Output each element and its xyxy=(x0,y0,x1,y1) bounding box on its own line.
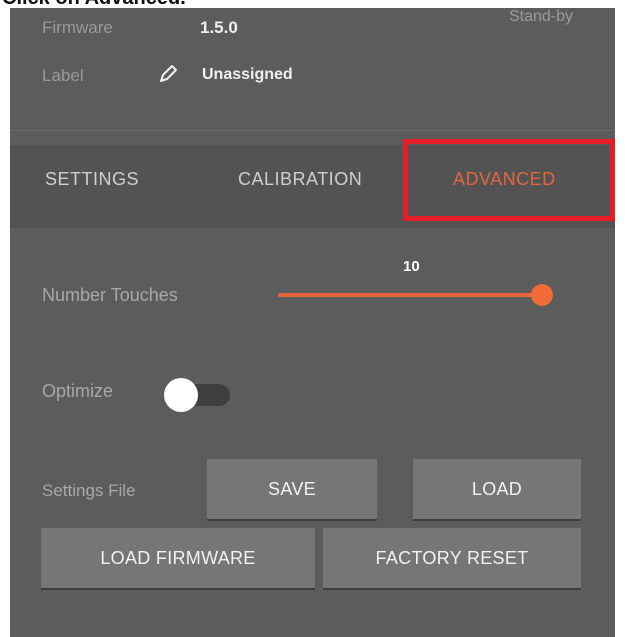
number-touches-label: Number Touches xyxy=(42,285,178,305)
label-value: Unassigned xyxy=(202,66,293,83)
tab-advanced[interactable]: ADVANCED xyxy=(453,169,556,190)
optimize-toggle-knob[interactable] xyxy=(164,378,198,412)
tab-calibration[interactable]: CALIBRATION xyxy=(238,169,362,190)
load-firmware-button[interactable]: LOAD FIRMWARE xyxy=(41,528,315,588)
firmware-label: Firmware xyxy=(42,18,113,37)
number-touches-slider-thumb[interactable] xyxy=(531,284,553,306)
tab-settings[interactable]: SETTINGS xyxy=(45,169,139,190)
load-button[interactable]: LOAD xyxy=(413,459,581,519)
device-panel: Stand-by Firmware 1.5.0 Label Unassigned… xyxy=(10,8,615,637)
label-label: Label xyxy=(42,66,84,85)
factory-reset-button[interactable]: FACTORY RESET xyxy=(323,528,581,588)
tab-bar: SETTINGS CALIBRATION ADVANCED xyxy=(10,145,615,228)
number-touches-value: 10 xyxy=(403,258,420,275)
pencil-icon[interactable] xyxy=(158,64,178,89)
number-touches-slider-track[interactable] xyxy=(278,293,544,297)
optimize-label: Optimize xyxy=(42,381,114,401)
header-divider xyxy=(10,130,615,131)
save-button[interactable]: SAVE xyxy=(207,459,377,519)
device-status: Stand-by xyxy=(508,8,573,25)
settings-file-label: Settings File xyxy=(42,481,136,500)
instruction-caption: Click on Advanced. xyxy=(0,0,625,8)
firmware-value: 1.5.0 xyxy=(200,18,238,37)
